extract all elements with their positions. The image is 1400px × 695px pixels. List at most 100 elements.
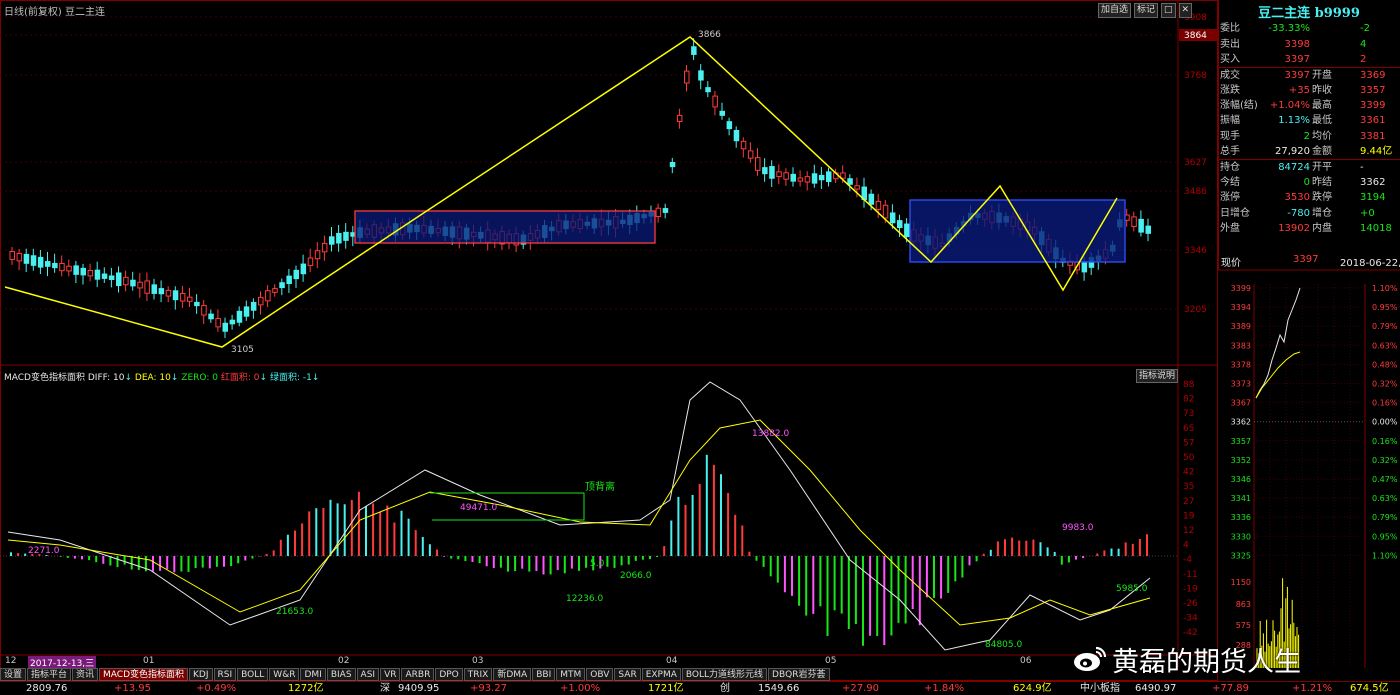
quote-value-2: 3361	[1360, 115, 1386, 126]
chart-canvas: 3908386437683627348633463205888273655750…	[0, 0, 1400, 681]
indicator-tab[interactable]: BIAS	[326, 668, 356, 681]
macd-histogram-bar	[869, 556, 872, 636]
indicator-tab[interactable]: DMI	[300, 668, 326, 681]
zero-label: ZERO:	[181, 373, 210, 383]
quote-value: 1.13%	[1278, 115, 1310, 126]
intraday-pct-tick: 0.95%	[1372, 303, 1398, 312]
macd-tick-label: 4	[1183, 541, 1189, 551]
macd-histogram-bar	[698, 483, 701, 556]
indicator-tab[interactable]: 指标平台	[27, 668, 72, 681]
macd-histogram-bar	[485, 556, 488, 567]
macd-histogram-bar	[499, 556, 502, 568]
high-annotation: 3866	[698, 30, 721, 40]
quote-label: 卖出	[1220, 39, 1240, 50]
macd-histogram-bar	[968, 556, 971, 566]
macd-histogram-bar	[180, 556, 183, 572]
candle-body	[314, 250, 321, 260]
macd-histogram-bar	[528, 556, 531, 572]
indicator-tab[interactable]: 新DMA	[493, 668, 532, 681]
candle-body	[222, 322, 228, 332]
candle-body	[733, 129, 740, 142]
candle-body	[201, 304, 207, 316]
macd-histogram-bar	[649, 556, 651, 560]
macd-histogram-bar	[734, 514, 737, 556]
macd-histogram-bar	[1060, 556, 1063, 565]
candle-body	[187, 296, 193, 302]
macd-histogram-bar	[989, 549, 992, 556]
intraday-price-tick: 3367	[1231, 399, 1251, 408]
indicator-tab[interactable]: BOLL力道线形元线	[681, 668, 768, 681]
indicator-tab[interactable]: ARBR	[401, 668, 435, 681]
add-favorite-button[interactable]: 加自选	[1098, 3, 1132, 18]
quote-value-2: 14018	[1360, 223, 1392, 234]
maximize-icon[interactable]: □	[1161, 3, 1176, 18]
indicator-tab[interactable]: DBQR岩芬荟	[768, 668, 830, 681]
candle-body	[279, 282, 285, 289]
macd-histogram-bar	[492, 556, 495, 568]
quote-value-2: 9.44亿	[1360, 146, 1393, 157]
intraday-pct-tick: 0.32%	[1372, 456, 1398, 465]
indicator-tab[interactable]: OBV	[586, 668, 614, 681]
low-annotation: 3105	[231, 345, 254, 355]
indicator-tab[interactable]: KDJ	[189, 668, 213, 681]
quote-label-2: 均价	[1312, 131, 1332, 142]
indicator-tab[interactable]: EXPMA	[641, 668, 681, 681]
indicator-tab[interactable]: SAR	[614, 668, 641, 681]
indicator-tab[interactable]: TRIX	[463, 668, 493, 681]
indicator-tab[interactable]: ASI	[356, 668, 380, 681]
intraday-price-tick: 3346	[1231, 475, 1251, 484]
candle-body	[797, 177, 804, 182]
green-area-arrow-icon: ↓	[311, 373, 320, 383]
indicator-tab[interactable]: MTM	[556, 668, 586, 681]
candle-body	[712, 95, 718, 108]
indicator-tab[interactable]: DPO	[435, 668, 463, 681]
macd-histogram-bar	[421, 536, 424, 556]
chart-toolbar: 加自选 标记 □ ✕	[1098, 3, 1193, 18]
intraday-pct-tick: 0.32%	[1372, 380, 1398, 389]
indicator-tab[interactable]: MACD变色指标面积	[99, 668, 189, 681]
quote-label-2: 昨结	[1312, 177, 1332, 188]
intraday-volume-tick: 863	[1236, 600, 1251, 609]
candle-body	[37, 256, 44, 268]
status-item: 创	[720, 683, 730, 694]
macd-indicator-name: MACD变色指标面积	[4, 373, 85, 383]
macd-histogram-bar	[436, 549, 438, 556]
quote-label-2: 最高	[1312, 100, 1332, 111]
candle-body	[307, 257, 314, 267]
intraday-price-tick: 3383	[1231, 341, 1251, 350]
indicator-tab[interactable]: VR	[380, 668, 401, 681]
indicator-tab[interactable]: W&R	[269, 668, 300, 681]
macd-histogram-bar	[1096, 553, 1099, 556]
macd-histogram-bar	[1004, 539, 1006, 556]
intraday-price-tick: 3330	[1231, 532, 1251, 541]
macd-histogram-bar	[656, 556, 659, 558]
quote-value: 3398	[1284, 39, 1310, 50]
quote-label-2: 昨收	[1312, 85, 1332, 96]
quote-value: 13902	[1278, 223, 1310, 234]
macd-histogram-bar	[428, 544, 431, 556]
macd-histogram-bar	[407, 518, 410, 556]
price-tick-label: 3627	[1184, 158, 1207, 168]
mark-button[interactable]: 标记	[1134, 3, 1159, 18]
macd-histogram-bar	[201, 556, 204, 568]
close-icon[interactable]: ✕	[1178, 3, 1193, 18]
indicator-tab[interactable]: RSI	[213, 668, 237, 681]
indicator-tab[interactable]: 设置	[0, 668, 27, 681]
status-item: +0.49%	[196, 683, 237, 694]
chart-frame	[0, 0, 1218, 681]
intraday-pct-tick: 0.16%	[1372, 399, 1398, 408]
indicator-tab[interactable]: 资讯	[72, 668, 99, 681]
indicator-tab[interactable]: BOLL	[237, 668, 269, 681]
quote-row: 总手 27,920 金额 9.44亿	[1220, 144, 1400, 159]
macd-area-label: 2066.0	[620, 571, 652, 581]
indicator-help-button[interactable]: 指标说明	[1136, 369, 1179, 383]
macd-histogram-bar	[265, 553, 268, 556]
candle-body	[179, 292, 186, 302]
price-tick-label: 3864	[1184, 31, 1207, 41]
candle-body	[783, 172, 789, 180]
diff-arrow-icon: ↓	[124, 373, 133, 383]
candle-body	[66, 265, 72, 272]
intraday-current-price: 3397	[1293, 254, 1319, 265]
candle-body	[904, 223, 910, 238]
indicator-tab[interactable]: BBI	[532, 668, 556, 681]
